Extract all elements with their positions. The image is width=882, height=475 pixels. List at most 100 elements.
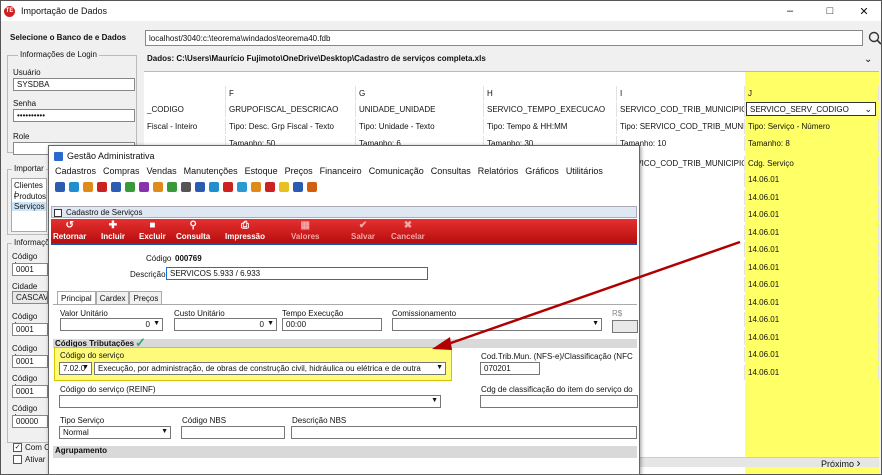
btn-excluir[interactable]: ■ Excluir [139,220,166,241]
dropdown-icon[interactable]: ▼ [161,428,168,435]
grid-cell[interactable]: _CODIGO [144,102,226,117]
grid-cell[interactable]: UNIDADE_UNIDADE [356,102,484,117]
dropdown-icon[interactable]: ▼ [431,397,438,404]
close-icon[interactable]: ✕ [847,1,881,21]
minimize-icon[interactable]: – [773,1,807,21]
importar-item-produtos[interactable]: Produtos [14,192,46,201]
tab-precos[interactable]: Preços [129,291,163,305]
codigo-input-2[interactable]: 0001 [12,323,48,336]
tipo-servico-select[interactable]: Normal ▼ [59,426,171,439]
menu-comunicacao[interactable]: Comunicação [369,166,424,176]
grid-cell[interactable]: 14.06.01 [745,294,879,310]
dropdown-icon[interactable]: ▼ [436,364,443,371]
toolbar-icon[interactable] [55,182,65,192]
descricao-input[interactable]: SERVICOS 5.933 / 6.933 [166,267,428,280]
codigo-input-3[interactable]: 0001 [12,355,48,368]
btn-salvar[interactable]: ✔ Salvar [351,220,375,241]
senha-input[interactable]: •••••••••• [13,109,135,122]
grid-cell[interactable]: GRUPOFISCAL_DESCRICAO [226,102,356,117]
maximize-icon[interactable]: □ [813,1,847,21]
importar-item-servicos[interactable]: Serviços [12,202,46,211]
db-path-input[interactable]: localhost/3040:c:\teorema\windados\teore… [145,30,863,46]
search-icon[interactable] [868,31,882,45]
codigo-input-1[interactable]: 0001 [12,263,48,276]
toolbar-icon[interactable] [83,182,93,192]
grid-cell[interactable]: 14.06.01 [745,207,879,222]
cidade-input[interactable]: CASCAVEL [12,291,48,304]
toolbar-icon[interactable] [237,182,247,192]
servico-serv-codigo-select[interactable]: SERVICO_SERV_CODIGO ⌄ [746,102,876,116]
check-com[interactable]: ✓ Com C [13,443,50,452]
btn-impressao[interactable]: ⎙ Impressão [225,220,265,241]
grid-cell[interactable]: 14.06.01 [745,312,879,327]
checkbox-icon[interactable] [13,455,22,464]
toolbar-icon[interactable] [279,182,289,192]
codigo-input-4[interactable]: 0001 [12,385,48,398]
chevron-down-icon[interactable]: ⌄ [864,54,872,65]
grid-cell[interactable]: Tamanho: 8 [745,136,879,151]
toolbar-icon[interactable] [125,182,135,192]
toolbar-icon[interactable] [293,182,303,192]
toolbar-icon[interactable] [167,182,177,192]
tab-principal[interactable]: Principal [57,291,96,305]
btn-valores[interactable]: ▦ Valores [291,220,319,241]
next-button[interactable]: Próximo › [821,456,861,470]
grid-cell[interactable]: SERVICO_TEMPO_EXECUCAO [484,102,617,117]
menu-precos[interactable]: Preços [285,166,313,176]
toolbar-icon[interactable] [195,182,205,192]
grid-cell[interactable]: 14.06.01 [745,347,879,362]
dropdown-icon[interactable]: ▼ [82,364,89,371]
grid-cell[interactable] [144,86,226,101]
codigo-input-5[interactable]: 00000 [12,415,48,428]
toolbar-icon[interactable] [153,182,163,192]
menu-cadastros[interactable]: Cadastros [55,166,96,176]
grid-cell[interactable]: 14.06.01 [745,329,879,345]
grid-cell[interactable]: 14.06.01 [745,224,879,240]
menu-consultas[interactable]: Consultas [431,166,471,176]
tempo-input[interactable]: 00:00 [282,318,382,331]
btn-cancelar[interactable]: ✖ Cancelar [391,220,425,241]
cod-trib-input[interactable]: 070201 [480,362,540,375]
grid-cell[interactable]: 14.06.01 [745,277,879,292]
grid-cell[interactable]: J [745,86,879,101]
toolbar-icon[interactable] [209,182,219,192]
menu-compras[interactable]: Compras [103,166,140,176]
grid-cell[interactable]: I [617,86,745,101]
grid-cell[interactable]: Fiscal - Inteiro [144,119,226,134]
toolbar-icon[interactable] [251,182,261,192]
dropdown-icon[interactable]: ▼ [153,320,160,327]
grid-cell[interactable]: Tipo: Tempo & HH:MM [484,119,617,134]
comissionamento-select[interactable]: ▼ [392,318,602,331]
menu-manutencoes[interactable]: Manutenções [184,166,238,176]
checkbox-icon[interactable]: ✓ [13,443,22,452]
dropdown-icon[interactable]: ▼ [592,320,599,327]
cdg-class-input[interactable] [480,395,638,408]
toolbar-icon[interactable] [139,182,149,192]
toolbar-icon[interactable] [97,182,107,192]
tab-cardex[interactable]: Cardex [95,291,130,305]
grid-cell[interactable]: 14.06.01 [745,259,879,275]
usuario-input[interactable]: SYSDBA [13,78,135,91]
valor-input[interactable]: 0 ▼ [60,318,163,331]
btn-consulta[interactable]: ⚲ Consulta [176,220,210,241]
cod-servico-code[interactable]: 7.02.0 ▼ [59,362,92,375]
grid-cell[interactable]: 14.06.01 [745,189,879,205]
btn-incluir[interactable]: ✚ Incluir [101,220,125,241]
grid-cell[interactable]: SERVICO_COD_TRIB_MUNICIPIO [617,102,745,117]
grid-cell[interactable]: 14.06.01 [745,242,879,257]
cod-servico-desc[interactable]: Execução, por administração, de obras de… [94,362,446,375]
toolbar-icon[interactable] [307,182,317,192]
grid-cell[interactable]: G [356,86,484,101]
menu-vendas[interactable]: Vendas [147,166,177,176]
toolbar-icon[interactable] [265,182,275,192]
grid-cell[interactable]: Tipo: Serviço - Número [745,119,879,134]
grid-cell[interactable]: F [226,86,356,101]
toolbar-icon[interactable] [69,182,79,192]
menu-relatorios[interactable]: Relatórios [478,166,519,176]
grid-cell[interactable]: Tipo: Desc. Grp Fiscal - Texto [226,119,356,134]
toolbar-icon[interactable] [181,182,191,192]
menu-financeiro[interactable]: Financeiro [320,166,362,176]
toolbar-icon[interactable] [223,182,233,192]
grid-cell[interactable]: Cdg. Serviço [745,156,879,171]
grid-cell[interactable]: 14.06.01 [745,364,879,380]
